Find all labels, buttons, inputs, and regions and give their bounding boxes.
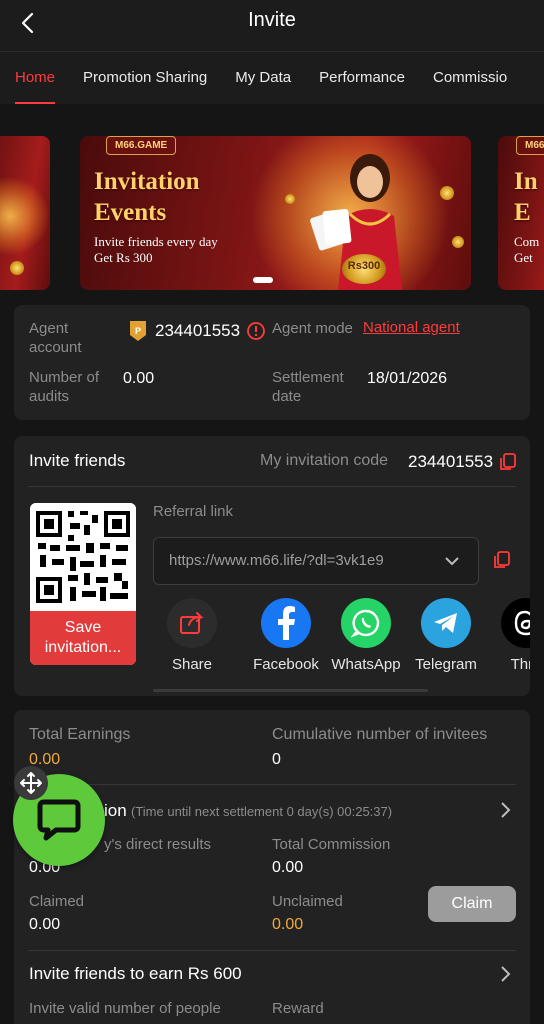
direct-results-label: y's direct results: [104, 836, 212, 853]
banner-title: In E: [514, 168, 538, 226]
share-label: Share: [171, 656, 213, 673]
coin-decoration: [285, 194, 295, 204]
info-icon[interactable]: [246, 321, 266, 346]
coin-decoration: [452, 236, 464, 248]
whatsapp-label: WhatsApp: [331, 656, 401, 673]
save-invitation-button[interactable]: Save invitation...: [30, 611, 136, 665]
move-arrows-icon: [20, 772, 42, 794]
unclaimed-value: 0.00: [272, 916, 304, 933]
share-options[interactable]: Share Facebook WhatsApp Telegram Thre: [154, 598, 530, 678]
invitation-code-label: My invitation code: [260, 452, 389, 469]
telegram-icon: [421, 598, 471, 648]
facebook-label: Facebook: [253, 656, 319, 673]
agent-mode-label: Agent mode: [272, 320, 353, 337]
tab-home[interactable]: Home: [0, 52, 69, 104]
referral-link-value: https://www.m66.life/?dl=3vk1e9: [169, 552, 384, 569]
tab-my-data[interactable]: My Data: [221, 52, 305, 104]
claimed-value: 0.00: [29, 916, 61, 933]
cumulative-invitees-label: Cumulative number of invitees: [272, 726, 488, 743]
commission-note: (Time until next settlement 0 day(s) 00:…: [131, 804, 393, 819]
share-facebook-button[interactable]: Facebook: [246, 598, 326, 673]
threads-label: Thre: [510, 656, 530, 673]
audits-value: 0.00: [123, 370, 155, 387]
copy-code-icon[interactable]: [500, 453, 516, 476]
agent-mode-value[interactable]: National agent: [363, 319, 460, 336]
chip-label: Rs300: [347, 260, 381, 272]
banner-carousel[interactable]: M66.GAME Invitation Events Invite friend…: [0, 136, 544, 292]
referral-link-select[interactable]: https://www.m66.life/?dl=3vk1e9: [153, 537, 479, 585]
chevron-right-icon: [501, 966, 511, 982]
banner-title: Invitation Events: [94, 168, 200, 226]
invite-friends-title: Invite friends: [29, 451, 126, 470]
chevron-down-icon: [445, 557, 459, 566]
share-icon: [167, 598, 217, 648]
earn-rewards-title: Invite friends to earn Rs 600: [29, 964, 242, 983]
earnings-card: Total Earnings 0.00 Cumulative number of…: [14, 710, 530, 1024]
divider: [28, 950, 516, 951]
banner-subtitle: Com Get: [514, 234, 540, 265]
claimed-label: Claimed: [29, 893, 85, 910]
brand-logo: M66.GAME: [106, 136, 177, 155]
valid-people-label: Invite valid number of people: [29, 1000, 221, 1017]
total-earnings-label: Total Earnings: [29, 726, 131, 743]
tab-commission[interactable]: Commissio: [419, 52, 521, 104]
chevron-right-icon: [501, 802, 511, 818]
total-commission-label: Total Commission: [272, 836, 391, 853]
share-whatsapp-button[interactable]: WhatsApp: [326, 598, 406, 673]
share-telegram-button[interactable]: Telegram: [406, 598, 486, 673]
banner-invitation-events[interactable]: M66.GAME Invitation Events Invite friend…: [80, 136, 471, 290]
qr-code-card: Save invitation...: [30, 503, 136, 665]
banner-subtitle: Invite friends every day Get Rs 300: [94, 234, 218, 265]
top-bar: Invite: [0, 0, 544, 52]
share-scrollbar[interactable]: [153, 689, 428, 692]
agent-badge-icon: P: [128, 319, 148, 343]
audits-label: Number of audits: [29, 369, 100, 405]
share-threads-button[interactable]: Thre: [486, 598, 530, 673]
tab-promotion-sharing[interactable]: Promotion Sharing: [69, 52, 221, 104]
claim-button[interactable]: Claim: [428, 886, 516, 922]
unclaimed-label: Unclaimed: [272, 893, 343, 910]
whatsapp-icon: [341, 598, 391, 648]
drag-handle[interactable]: [14, 766, 48, 800]
settlement-date-label: Settlement date: [272, 369, 344, 405]
divider: [28, 486, 516, 487]
invitation-code-value: 234401553: [408, 452, 494, 471]
tab-bar: Home Promotion Sharing My Data Performan…: [0, 52, 544, 104]
brand-logo: M66.GAME: [516, 136, 544, 155]
glow-decoration: [0, 176, 50, 256]
facebook-icon: [261, 598, 311, 648]
settlement-date-value: 18/01/2026: [367, 370, 448, 387]
invite-friends-card: Invite friends My invitation code 234401…: [14, 436, 530, 696]
copy-link-icon[interactable]: [494, 551, 510, 574]
indicator-dot: [253, 277, 273, 283]
banner-next[interactable]: M66.GAME In E Com Get: [498, 136, 544, 290]
agent-account-label: Agent account: [29, 320, 82, 356]
earn-rewards-row[interactable]: Invite friends to earn Rs 600: [14, 952, 530, 996]
commission-title: ion: [104, 801, 127, 820]
qr-code: [30, 503, 136, 611]
cumulative-invitees-value: 0: [272, 751, 281, 768]
banner-prev[interactable]: [0, 136, 50, 290]
page-title: Invite: [248, 9, 296, 31]
tab-performance[interactable]: Performance: [305, 52, 419, 104]
agent-info-card: Agent account P 234401553 Agent mode Nat…: [14, 305, 530, 420]
divider: [28, 784, 516, 785]
telegram-label: Telegram: [415, 656, 477, 673]
carousel-indicator: [253, 277, 273, 283]
threads-icon: [501, 598, 530, 648]
total-commission-value: 0.00: [272, 859, 304, 876]
chat-bubble-icon: [37, 799, 81, 841]
referral-link-label: Referral link: [153, 503, 234, 520]
coin-decoration: [440, 186, 454, 200]
share-native-button[interactable]: Share: [154, 598, 232, 673]
agent-account-value: 234401553: [155, 321, 241, 340]
svg-text:P: P: [135, 326, 141, 336]
coin-decoration: [10, 261, 24, 275]
reward-label: Reward: [272, 1000, 324, 1017]
